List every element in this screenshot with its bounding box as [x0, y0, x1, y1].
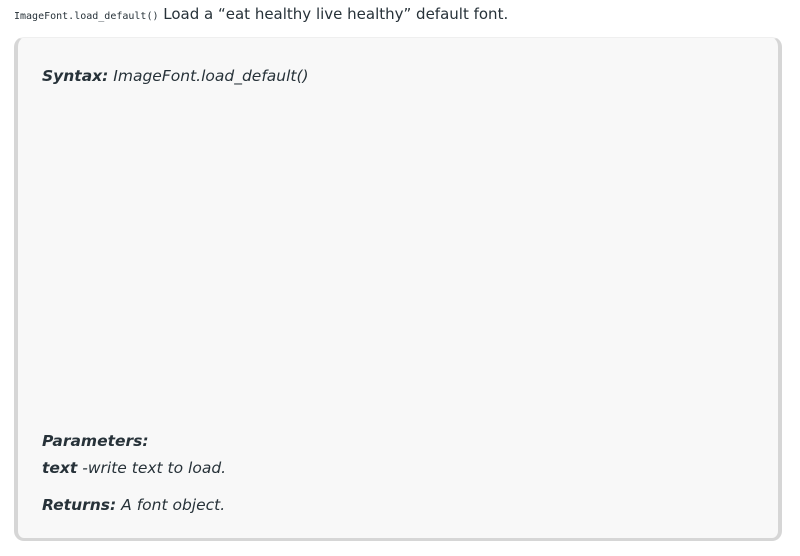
method-details-card: Syntax: ImageFont.load_default() Paramet…	[14, 37, 782, 541]
intro-description: Load a “eat healthy live healthy” defaul…	[158, 5, 509, 23]
syntax-line: Syntax: ImageFont.load_default()	[42, 67, 309, 85]
returns-label: Returns:	[42, 496, 117, 514]
parameters-heading: Parameters:	[42, 432, 149, 450]
method-signature-code: ImageFont.load_default()	[14, 11, 159, 22]
parameters-label: Parameters:	[42, 432, 149, 450]
returns-line: Returns: A font object.	[42, 496, 225, 514]
parameter-description: -write text to load.	[77, 459, 227, 477]
syntax-value: ImageFont.load_default()	[108, 67, 309, 85]
parameter-item: text -write text to load.	[42, 459, 226, 477]
syntax-label: Syntax:	[42, 67, 109, 85]
parameter-name: text	[42, 459, 78, 477]
returns-value: A font object.	[116, 496, 226, 514]
intro-line: ImageFont.load_default() Load a “eat hea…	[14, 4, 508, 27]
